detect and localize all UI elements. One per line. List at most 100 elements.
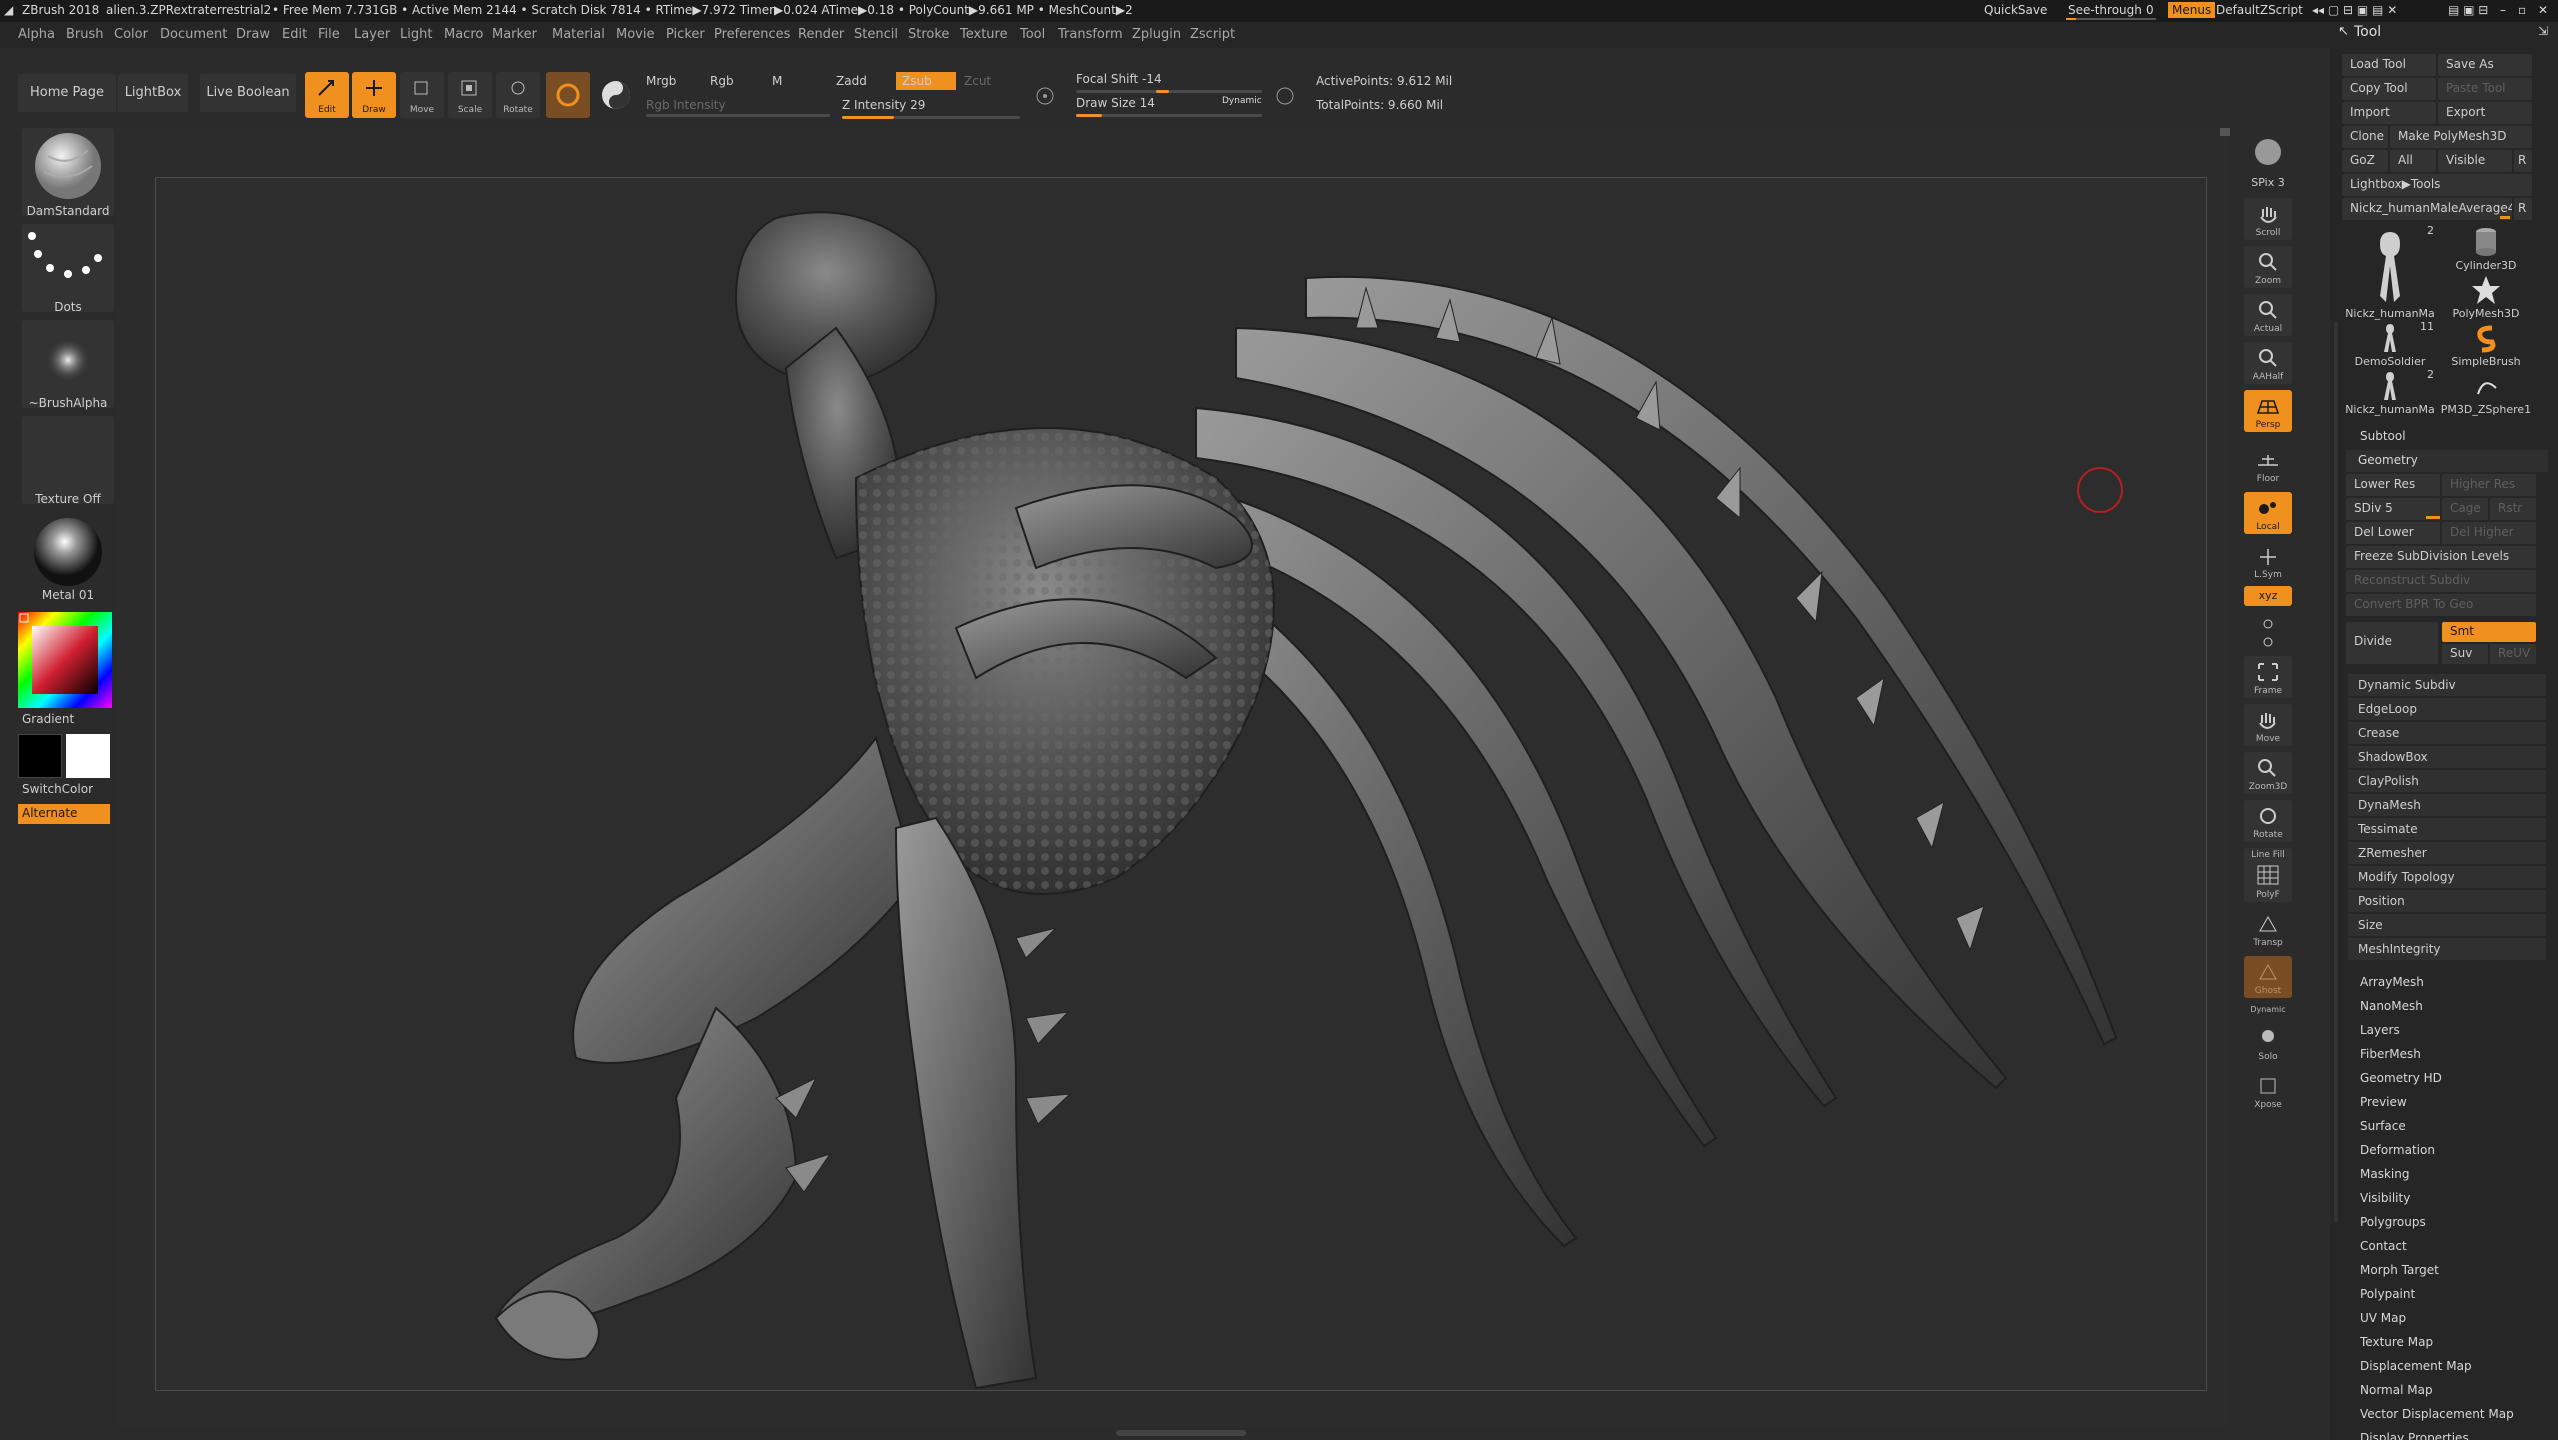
load-tool-button[interactable]: Load Tool (2342, 54, 2436, 76)
xpose-button[interactable]: Xpose (2244, 1070, 2292, 1112)
minimize-icon[interactable]: – (2500, 3, 2506, 17)
maximize-icon[interactable]: ▫ (2518, 3, 2526, 17)
polyf-button[interactable]: Line Fill PolyF (2244, 848, 2292, 902)
menu-item[interactable]: Light (400, 27, 432, 42)
paste-tool-button[interactable]: Paste Tool (2438, 78, 2532, 100)
palette-pin-icon[interactable]: ↖ (2338, 24, 2349, 39)
make-polymesh-button[interactable]: Make PolyMesh3D (2390, 126, 2532, 148)
tool-thumb-nickz-human[interactable]: 2 Nickz_humanMa (2342, 224, 2438, 320)
menu-item[interactable]: Render (798, 27, 844, 42)
clone-button[interactable]: Clone (2342, 126, 2388, 148)
tool-section[interactable]: Visibility (2346, 1188, 2546, 1210)
lsym-button[interactable]: L.Sym (2244, 540, 2292, 582)
tool-section[interactable]: Preview (2346, 1092, 2546, 1114)
actual-button[interactable]: Actual (2244, 294, 2292, 336)
menu-item[interactable]: Alpha (18, 27, 55, 42)
close-icon[interactable]: ✕ (2538, 3, 2548, 17)
rotate-view-button[interactable]: Rotate (2244, 800, 2292, 842)
draw-size-track[interactable] (1076, 114, 1262, 117)
m-button[interactable]: M (772, 74, 782, 88)
menu-item[interactable]: Picker (666, 27, 705, 42)
tool-section[interactable]: Polypaint (2346, 1284, 2546, 1306)
axis-rotate-buttons[interactable] (2244, 610, 2292, 650)
zsub-button[interactable]: Zsub (896, 72, 956, 90)
save-as-button[interactable]: Save As (2438, 54, 2532, 76)
tool-section[interactable]: Layers (2346, 1020, 2546, 1042)
divide-button[interactable]: Divide (2346, 622, 2438, 664)
tool-thumb-cylinder[interactable]: Cylinder3D (2438, 224, 2534, 272)
tool-section[interactable]: Display Properties (2346, 1428, 2546, 1440)
tool-thumb-demosoldier[interactable]: 11 DemoSoldier (2342, 320, 2438, 368)
menu-item[interactable]: Texture (960, 27, 1008, 42)
menu-item[interactable]: Brush (66, 27, 104, 42)
color-picker[interactable] (18, 612, 112, 708)
frame-button[interactable]: Frame (2244, 656, 2292, 698)
tool-section[interactable]: UV Map (2346, 1308, 2546, 1330)
menu-item[interactable]: Color (114, 27, 148, 42)
import-button[interactable]: Import (2342, 102, 2436, 124)
floor-button[interactable]: Floor (2244, 444, 2292, 486)
draw-size-slider[interactable]: Draw Size 14 (1076, 96, 1155, 110)
reuv-toggle[interactable]: ReUV (2490, 644, 2536, 664)
focal-shift-slider[interactable]: Focal Shift -14 (1076, 72, 1162, 86)
geometry-subsection[interactable]: ZRemesher (2348, 842, 2546, 865)
menu-item[interactable]: Edit (282, 27, 307, 42)
alpha-thumbnail[interactable] (22, 320, 114, 408)
geometry-subsection[interactable]: EdgeLoop (2348, 698, 2546, 721)
menu-item[interactable]: Zplugin (1132, 27, 1181, 42)
bpr-render-button[interactable] (2244, 130, 2292, 172)
home-page-button[interactable]: Home Page (18, 74, 116, 112)
goz-r-button[interactable]: R (2514, 150, 2532, 172)
tool-section[interactable]: NanoMesh (2346, 996, 2546, 1018)
menu-item[interactable]: Macro (444, 27, 483, 42)
geometry-subsection[interactable]: ShadowBox (2348, 746, 2546, 769)
ghost-button[interactable]: Ghost (2244, 956, 2292, 998)
tool-section[interactable]: Contact (2346, 1236, 2546, 1258)
seethrough-slider[interactable] (2066, 18, 2156, 20)
rgb-intensity-slider[interactable]: Rgb Intensity (646, 98, 726, 112)
document-canvas[interactable] (155, 177, 2207, 1391)
tool-thumb-zsphere[interactable]: PM3D_ZSphere1 (2438, 368, 2534, 416)
geometry-subsection[interactable]: MeshIntegrity (2348, 938, 2546, 961)
tool-section[interactable]: Vector Displacement Map (2346, 1404, 2546, 1426)
persp-button[interactable]: Persp (2244, 390, 2292, 432)
mrgb-button[interactable]: Mrgb (646, 74, 676, 88)
brush-thumbnail[interactable] (22, 128, 114, 216)
freeze-subdiv-button[interactable]: Freeze SubDivision Levels (2346, 546, 2536, 568)
geometry-subsection[interactable]: Modify Topology (2348, 866, 2546, 889)
menu-item[interactable]: Preferences (714, 27, 790, 42)
del-lower-button[interactable]: Del Lower (2346, 522, 2440, 544)
live-boolean-button[interactable]: Live Boolean (200, 74, 296, 112)
alternate-button[interactable]: Alternate (18, 804, 110, 824)
reconstruct-subdiv-button[interactable]: Reconstruct Subdiv (2346, 570, 2536, 592)
lower-res-button[interactable]: Lower Res (2346, 474, 2440, 496)
local-button[interactable]: Local (2244, 492, 2292, 534)
menu-item[interactable]: Stencil (854, 27, 898, 42)
higher-res-button[interactable]: Higher Res (2442, 474, 2536, 496)
tool-thumb-simplebrush[interactable]: SimpleBrush (2438, 320, 2534, 368)
rotate-button[interactable]: Rotate (496, 72, 540, 118)
draw-button[interactable]: Draw (352, 72, 396, 118)
focal-shift-track[interactable] (1076, 90, 1262, 93)
tool-section[interactable]: Morph Target (2346, 1260, 2546, 1282)
rstr-button[interactable]: Rstr (2490, 498, 2536, 520)
focal-lock-icon[interactable] (1030, 78, 1060, 114)
tool-section[interactable]: Normal Map (2346, 1380, 2546, 1402)
lightbox-tools-button[interactable]: Lightbox▶Tools (2342, 174, 2532, 196)
goz-visible-button[interactable]: Visible (2438, 150, 2512, 172)
main-color-swatch[interactable] (18, 734, 62, 778)
goz-all-button[interactable]: All (2390, 150, 2436, 172)
palette-dock-icon[interactable]: ⇲ (2538, 24, 2548, 38)
move-view-button[interactable]: Move (2244, 704, 2292, 746)
material-sphere-button[interactable] (594, 72, 638, 118)
stroke-thumbnail[interactable] (22, 224, 114, 312)
rgb-intensity-track[interactable] (646, 114, 830, 117)
zadd-button[interactable]: Zadd (836, 74, 867, 88)
tool-section[interactable]: Masking (2346, 1164, 2546, 1186)
lightbox-button[interactable]: LightBox (118, 74, 188, 112)
zcut-button[interactable]: Zcut (964, 74, 991, 88)
material-thumbnail[interactable] (22, 512, 114, 600)
menu-item[interactable]: Stroke (908, 27, 949, 42)
menu-item[interactable]: Material (552, 27, 605, 42)
geometry-section[interactable]: Geometry (2346, 450, 2548, 472)
